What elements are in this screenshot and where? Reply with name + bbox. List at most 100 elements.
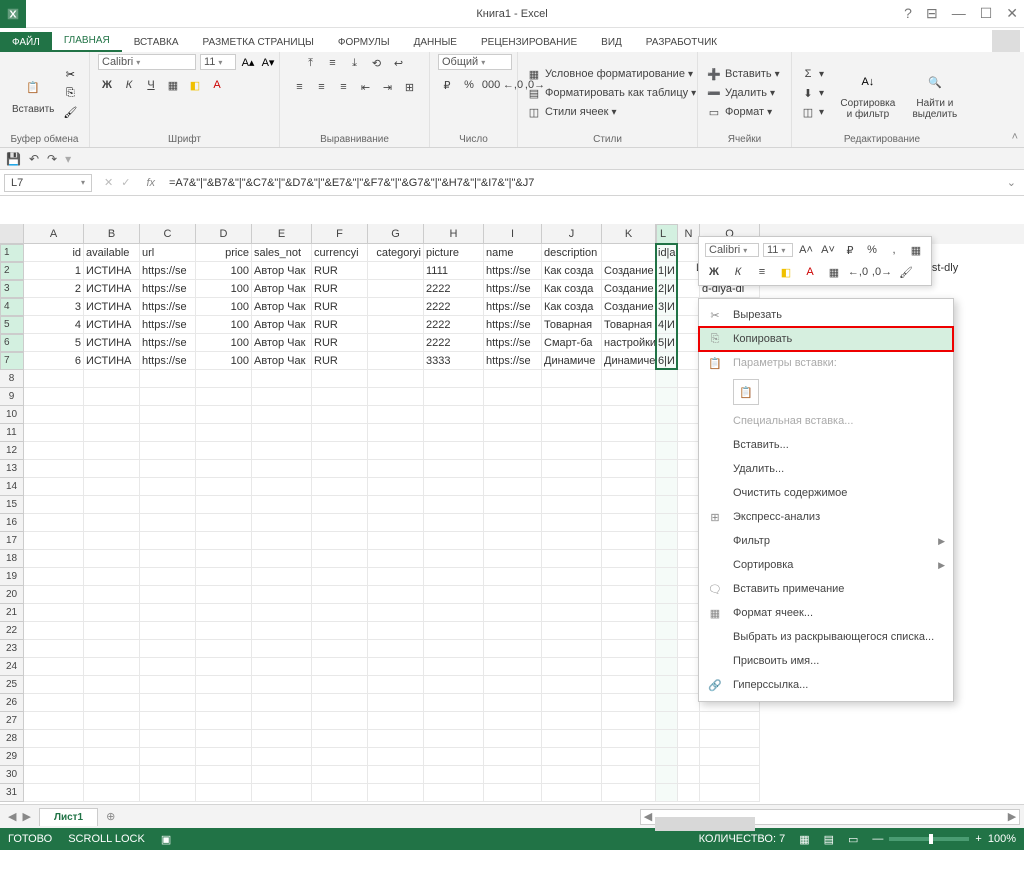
cell[interactable] [312,730,368,748]
row-header[interactable]: 16 [0,514,24,532]
cell[interactable] [312,766,368,784]
cell[interactable] [312,532,368,550]
tab-layout[interactable]: РАЗМЕТКА СТРАНИЦЫ [191,32,326,52]
cell[interactable] [424,460,484,478]
cell[interactable]: Создание и оптими [602,262,656,280]
cell[interactable]: 100 [196,280,252,298]
cell[interactable] [84,766,140,784]
cell[interactable] [312,370,368,388]
cell[interactable] [484,424,542,442]
cell[interactable] [140,640,196,658]
cell[interactable]: Автор Чак [252,280,312,298]
cell[interactable]: https://se [484,262,542,280]
cell[interactable] [656,712,678,730]
cell[interactable]: https://se [484,316,542,334]
cell[interactable] [602,532,656,550]
zoom-in-icon[interactable]: + [975,833,981,845]
align-center-icon[interactable]: ≡ [313,78,331,96]
cell[interactable] [678,730,700,748]
cell[interactable]: 1 [24,262,84,280]
cell[interactable] [656,748,678,766]
cell[interactable] [678,568,700,586]
cell[interactable] [84,460,140,478]
cell[interactable] [196,568,252,586]
cell[interactable] [542,514,602,532]
cell[interactable] [700,712,760,730]
cell[interactable] [656,442,678,460]
sort-filter-button[interactable]: A↓ Сортировка и фильтр [834,64,902,122]
cell[interactable] [196,766,252,784]
cell[interactable] [484,586,542,604]
cell[interactable] [678,748,700,766]
row-header[interactable]: 1 [0,244,24,262]
cell[interactable] [602,424,656,442]
cell[interactable] [484,694,542,712]
cell[interactable] [424,712,484,730]
cell[interactable] [312,712,368,730]
cell[interactable] [700,784,760,802]
cell[interactable] [84,604,140,622]
cell[interactable] [424,424,484,442]
view-break-icon[interactable]: ▭ [848,833,858,846]
cell[interactable] [542,676,602,694]
col-header-J[interactable]: J [542,224,602,244]
cell[interactable] [252,676,312,694]
ctx-sort[interactable]: Сортировка▶ [699,553,953,577]
cell[interactable] [196,586,252,604]
ctx-comment[interactable]: 🗨Вставить примечание [699,577,953,601]
cell[interactable] [140,406,196,424]
cell[interactable] [196,622,252,640]
confirm-formula-icon[interactable]: ✓ [121,176,130,189]
orientation-icon[interactable]: ⟲ [368,54,386,72]
cell[interactable]: url [140,244,196,262]
cell[interactable] [602,550,656,568]
cell[interactable] [252,748,312,766]
mini-grow-icon[interactable]: A˄ [797,241,815,259]
mini-decinc-icon[interactable]: ←,0 [849,263,867,281]
cell[interactable]: https://se [484,280,542,298]
cell[interactable] [700,748,760,766]
cell[interactable] [678,316,700,334]
zoom-control[interactable]: — + 100% [872,833,1016,845]
cell[interactable] [24,730,84,748]
cell[interactable]: name [484,244,542,262]
cell[interactable] [424,442,484,460]
cell[interactable] [542,478,602,496]
cell[interactable] [312,460,368,478]
align-top-icon[interactable]: ⤒ [302,54,320,72]
cell[interactable]: https://se [140,280,196,298]
row-header[interactable]: 23 [0,640,24,658]
scroll-left-icon[interactable]: ◀ [641,810,655,823]
cell[interactable] [542,496,602,514]
format-painter-icon[interactable]: 🖌 [62,104,78,120]
mini-font-select[interactable]: Calibri▾ [705,243,759,257]
cell[interactable] [484,568,542,586]
cell[interactable] [602,730,656,748]
cell[interactable] [196,676,252,694]
cell[interactable] [312,586,368,604]
cell[interactable] [484,514,542,532]
cell[interactable] [252,460,312,478]
mini-painter-icon[interactable]: 🖌 [897,263,915,281]
align-left-icon[interactable]: ≡ [291,78,309,96]
align-right-icon[interactable]: ≡ [335,78,353,96]
cell[interactable] [196,514,252,532]
mini-size-select[interactable]: 11▾ [763,243,793,257]
cell[interactable]: id [24,244,84,262]
cell[interactable] [252,532,312,550]
row-header[interactable]: 29 [0,748,24,766]
zoom-level[interactable]: 100% [988,833,1016,845]
cell[interactable] [140,424,196,442]
align-bottom-icon[interactable]: ⤓ [346,54,364,72]
mini-fontcolor-icon[interactable]: A [801,263,819,281]
cell[interactable] [656,784,678,802]
zoom-out-icon[interactable]: — [872,833,883,845]
cell[interactable]: ИСТИНА [84,352,140,370]
cell[interactable] [542,568,602,586]
ctx-define-name[interactable]: Присвоить имя... [699,649,953,673]
cell[interactable] [368,298,424,316]
ribbon-toggle-icon[interactable]: ⊟ [926,5,938,22]
cell[interactable] [368,424,424,442]
row-header[interactable]: 19 [0,568,24,586]
cell[interactable] [656,550,678,568]
